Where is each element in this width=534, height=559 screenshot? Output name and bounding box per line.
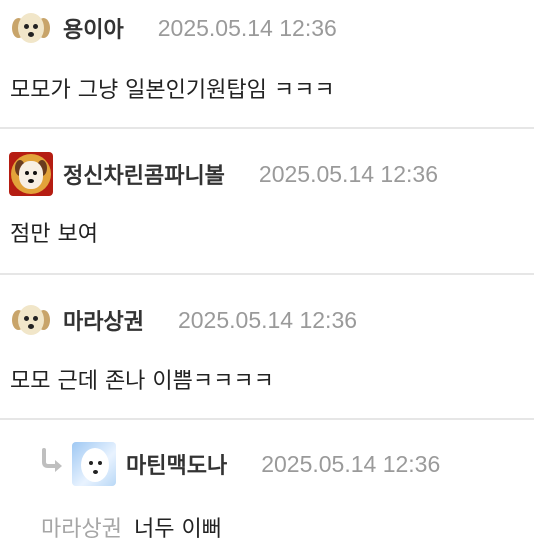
reply-mention[interactable]: 마라상권 xyxy=(41,517,122,542)
comment-text: 점만 보여 xyxy=(10,222,98,247)
comment-nickname[interactable]: 정신차린콤파니볼 xyxy=(63,158,225,190)
comment-item: 용이아 2025.05.14 12:36 모모가 그냥 일본인기원탑임 ㅋㅋㅋ xyxy=(0,0,534,128)
reply-text: 너두 이뻐 xyxy=(133,517,222,542)
user-avatar[interactable] xyxy=(9,152,53,196)
comment-item: 마라상권 2025.05.14 12:36 모모 근데 존나 이쁨ㅋㅋㅋㅋ xyxy=(0,275,534,419)
user-avatar[interactable] xyxy=(9,298,53,342)
reply-nickname[interactable]: 마틴맥도나 xyxy=(126,448,227,480)
reply-text-line: 마라상권 너두 이뻐 xyxy=(41,511,222,543)
user-avatar[interactable] xyxy=(9,6,53,50)
reply-timestamp: 2025.05.14 12:36 xyxy=(261,450,441,477)
reply-arrow-icon xyxy=(42,448,62,472)
comment-timestamp: 2025.05.14 12:36 xyxy=(157,14,337,41)
reply-item: 마틴맥도나 2025.05.14 12:36 마라상권 너두 이뻐 xyxy=(0,420,534,559)
comment-nickname[interactable]: 마라상권 xyxy=(63,304,144,336)
comment-text: 모모가 그냥 일본인기원탑임 ㅋㅋㅋ xyxy=(10,78,335,103)
comment-nickname[interactable]: 용이아 xyxy=(63,12,124,44)
comment-item: 정신차린콤파니볼 2025.05.14 12:36 점만 보여 xyxy=(0,129,534,273)
comment-text: 모모 근데 존나 이쁨ㅋㅋㅋㅋ xyxy=(10,369,274,394)
user-avatar[interactable] xyxy=(72,442,116,486)
comment-timestamp: 2025.05.14 12:36 xyxy=(177,306,358,333)
comment-timestamp: 2025.05.14 12:36 xyxy=(258,160,438,187)
